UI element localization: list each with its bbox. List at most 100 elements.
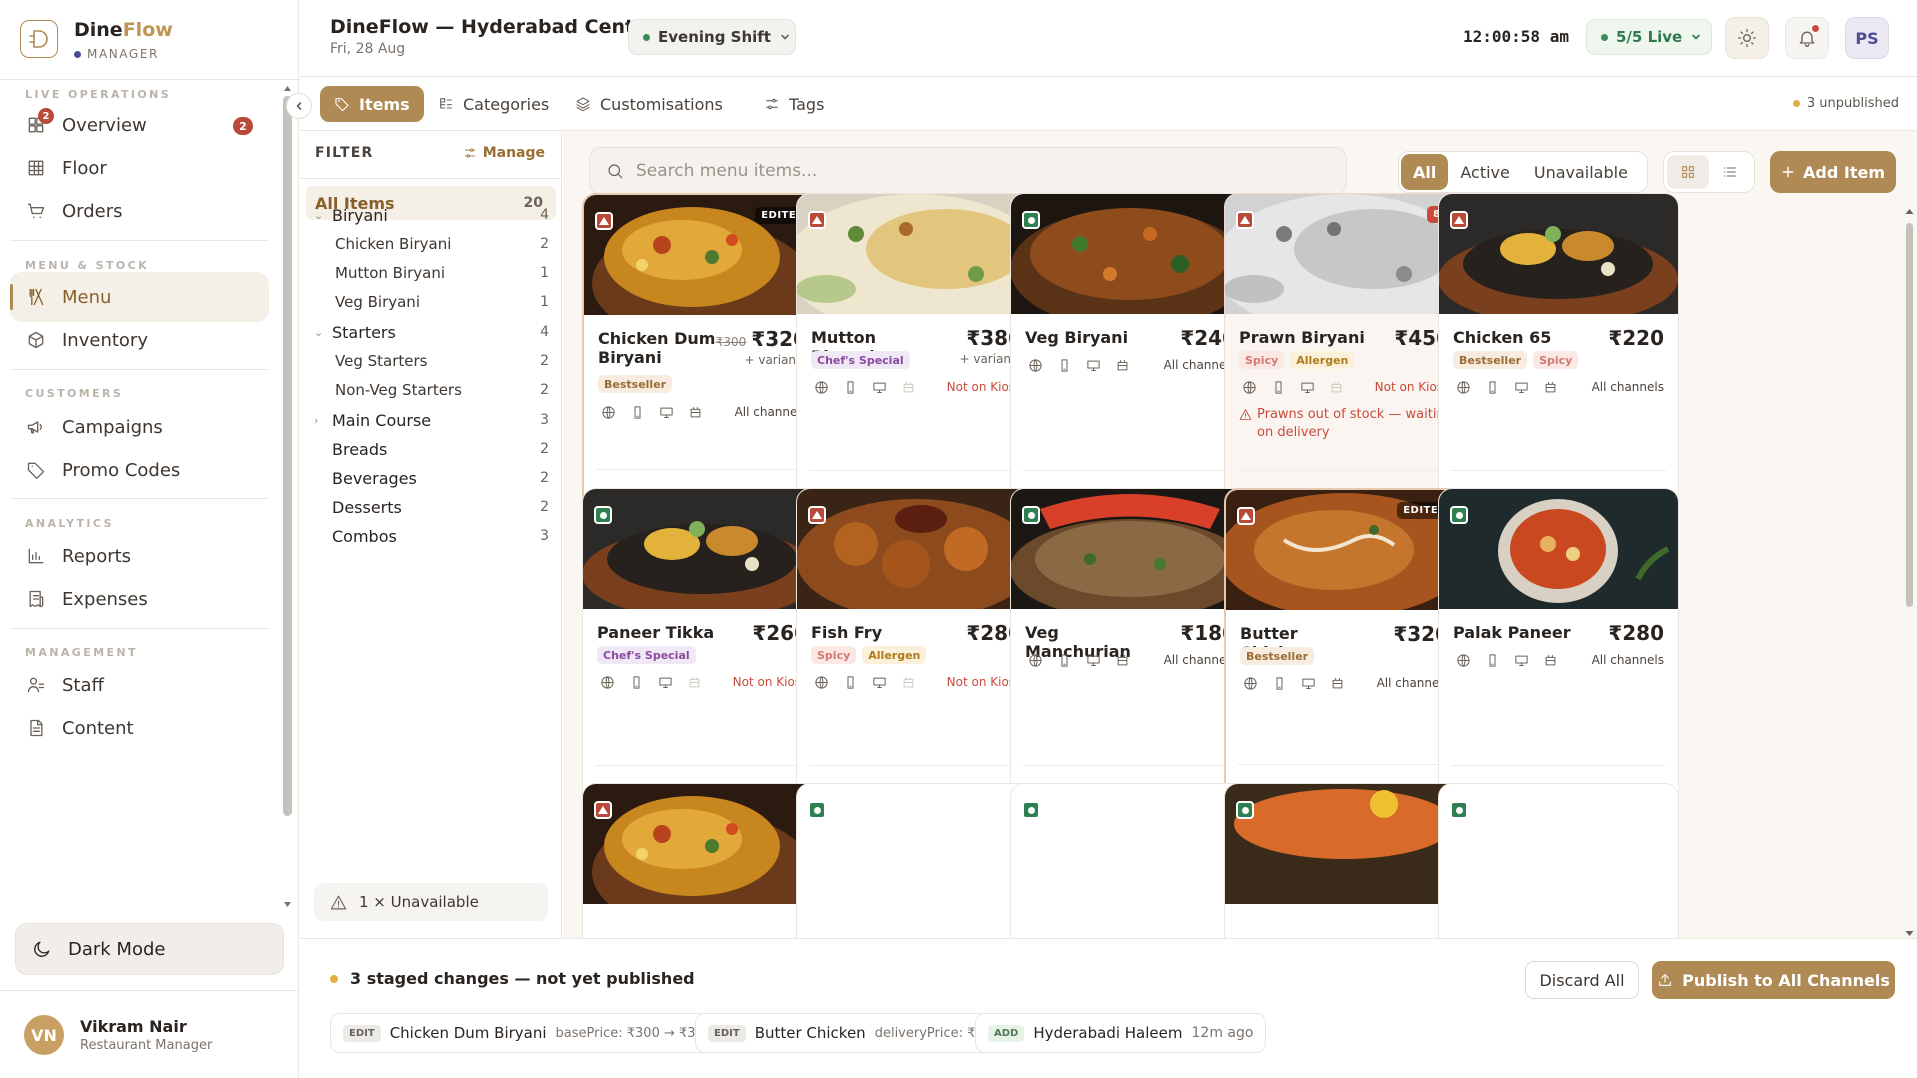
add-item-button[interactable]: Add Item xyxy=(1770,151,1896,193)
user-profile[interactable]: VN Vikram Nair Restaurant Manager xyxy=(0,990,299,1078)
tab-tags[interactable]: Tags xyxy=(750,86,838,122)
sidebar-scrollbar[interactable] xyxy=(283,86,292,908)
tab-categories[interactable]: Categories xyxy=(424,86,563,122)
search-icon xyxy=(608,164,623,179)
menu-items-area: Search menu items... All Active Unavaila… xyxy=(563,131,1917,938)
page-date: Fri, 28 Aug xyxy=(330,41,406,57)
menu-item-card[interactable] xyxy=(1438,783,1679,938)
sidebar-item-content[interactable]: Content xyxy=(10,703,269,753)
content-scrollbar[interactable] xyxy=(1904,209,1915,938)
category-label: Desserts xyxy=(332,497,402,517)
globe-icon xyxy=(597,672,618,692)
item-photo xyxy=(1439,489,1678,609)
mobile-icon xyxy=(1054,650,1075,670)
shift-selector[interactable]: Evening Shift xyxy=(628,19,796,55)
list-view-button[interactable] xyxy=(1709,155,1751,189)
menu-item-card[interactable] xyxy=(1010,783,1251,938)
category-veg-biryani[interactable]: Veg Biryani 1 xyxy=(300,285,562,319)
tab-customisations[interactable]: Customisations xyxy=(561,86,737,122)
menu-item-card[interactable]: Chicken 65 ₹220 Bestseller Spicy All channel… xyxy=(1438,193,1679,533)
item-price-group: ₹280 xyxy=(1608,621,1664,645)
dineflow-logo-icon xyxy=(20,20,58,58)
filter-all-button[interactable]: All xyxy=(1401,154,1449,190)
item-old-price: ₹300 xyxy=(715,335,747,349)
channel-status: All channels xyxy=(1591,653,1664,667)
staged-change-chip[interactable]: ADD Hyderabadi Haleem 12m ago xyxy=(975,1013,1267,1053)
sidebar-item-inventory[interactable]: Inventory xyxy=(10,315,269,365)
menu-item-card[interactable]: Fish Fry₹280SpicyAllergenNot on KioskAva… xyxy=(796,488,1037,828)
add-item-label: Add Item xyxy=(1803,162,1885,182)
channel-availability: Not on Kiosk xyxy=(811,376,1022,398)
menu-item-card[interactable] xyxy=(582,783,823,938)
notifications-button[interactable] xyxy=(1785,17,1829,59)
monitor-icon xyxy=(869,672,890,692)
monitor-icon xyxy=(1083,355,1104,375)
category-label: Beverages xyxy=(332,468,417,488)
publish-button[interactable]: Publish to All Channels xyxy=(1652,961,1895,999)
chevron-left-icon xyxy=(296,102,302,110)
status-filter: All Active Unavailable xyxy=(1398,151,1648,193)
tab-categories-label: Categories xyxy=(463,94,550,114)
theme-toggle-button[interactable] xyxy=(1725,17,1769,59)
unavailable-summary[interactable]: 1 × Unavailable xyxy=(314,883,548,921)
menu-item-card[interactable]: EDITEDButter Chicken₹320BestsellerAll ch… xyxy=(1224,488,1465,828)
channel-status: All channels xyxy=(1591,380,1664,394)
menu-item-card[interactable]: Veg Manchurian₹180All channelsAvailable xyxy=(1010,488,1251,828)
filter-unavailable-button[interactable]: Unavailable xyxy=(1522,154,1640,190)
live-label: 5/5 Live xyxy=(1616,28,1683,46)
menu-item-card[interactable]: 86Prawn Biryani₹450SpicyAllergenNot on K… xyxy=(1224,193,1465,533)
category-label: Mutton Biryani xyxy=(335,264,446,282)
menu-item-card[interactable]: Veg Biryani₹240All channelsAvailable xyxy=(1010,193,1251,533)
item-name: Prawn Biryani xyxy=(1239,328,1365,347)
stock-warning-text: Prawns out of stock — waiting on deliver… xyxy=(1257,407,1453,440)
mobile-icon xyxy=(1269,673,1290,693)
category-label: Non-Veg Starters xyxy=(335,381,462,399)
change-item: Butter Chicken xyxy=(754,1024,866,1042)
menu-item-card[interactable]: EDITED Chicken Dum Biryani ₹300 ₹320 + varia… xyxy=(582,193,823,533)
tag-chip: Allergen xyxy=(862,646,927,664)
view-toggle xyxy=(1663,151,1755,193)
brand-name: DineFlow xyxy=(74,19,173,41)
menu-item-card[interactable]: Palak Paneer₹280All channelsAvailable xyxy=(1438,488,1679,828)
tag-chip: Allergen xyxy=(1290,351,1355,369)
dark-mode-toggle[interactable]: Dark Mode xyxy=(15,923,284,975)
users-icon xyxy=(27,677,45,693)
item-price: ₹280 xyxy=(1608,621,1664,645)
sidebar-item-expenses[interactable]: Expenses xyxy=(10,574,269,624)
header-avatar[interactable]: PS xyxy=(1845,17,1889,59)
megaphone-icon xyxy=(27,421,42,434)
chevron-down-icon xyxy=(781,34,789,40)
menu-item-card[interactable]: Paneer Tikka ₹260 Chef's Special Not on Kio… xyxy=(582,488,823,828)
sidebar-item-orders[interactable]: Orders xyxy=(10,186,269,236)
mobile-icon xyxy=(1054,355,1075,375)
category-non-veg-starters[interactable]: Non-Veg Starters 2 xyxy=(300,373,562,407)
menu-item-card[interactable]: Mutton Biryani₹380+ variantsChef's Speci… xyxy=(796,193,1037,533)
globe-icon xyxy=(1240,673,1261,693)
receipt-icon xyxy=(29,590,44,608)
sidebar: DineFlow MANAGER LIVE OPERATIONS MENU & S… xyxy=(0,0,299,1078)
grid-view-button[interactable] xyxy=(1667,155,1709,189)
non-veg-icon xyxy=(1236,211,1254,229)
menu-item-card[interactable] xyxy=(1224,783,1465,938)
category-combos[interactable]: Combos 3 xyxy=(300,519,562,553)
sidebar-item-promo-codes[interactable]: Promo Codes xyxy=(10,445,269,495)
manage-categories-button[interactable]: Manage xyxy=(463,145,545,161)
category-label: Biryani xyxy=(332,205,388,225)
mobile-icon xyxy=(626,672,647,692)
sidebar-item-label: Menu xyxy=(62,286,112,308)
warning-icon xyxy=(1239,409,1252,420)
live-channels-selector[interactable]: 5/5 Live xyxy=(1586,19,1712,55)
channel-availability: All channels xyxy=(1025,649,1236,671)
filter-active-button[interactable]: Active xyxy=(1448,154,1522,190)
plus-icon xyxy=(1782,166,1794,178)
mobile-icon xyxy=(840,672,861,692)
search-input[interactable]: Search menu items... xyxy=(589,147,1347,195)
collapse-sidebar-button[interactable] xyxy=(286,93,312,119)
tab-items[interactable]: Items xyxy=(320,86,424,122)
nav-divider xyxy=(10,498,269,499)
item-price: ₹220 xyxy=(1608,326,1664,350)
discard-all-button[interactable]: Discard All xyxy=(1525,961,1639,999)
kiosk-icon xyxy=(685,402,706,422)
menu-item-card[interactable] xyxy=(796,783,1037,938)
sidebar-item-label: Promo Codes xyxy=(62,459,181,481)
